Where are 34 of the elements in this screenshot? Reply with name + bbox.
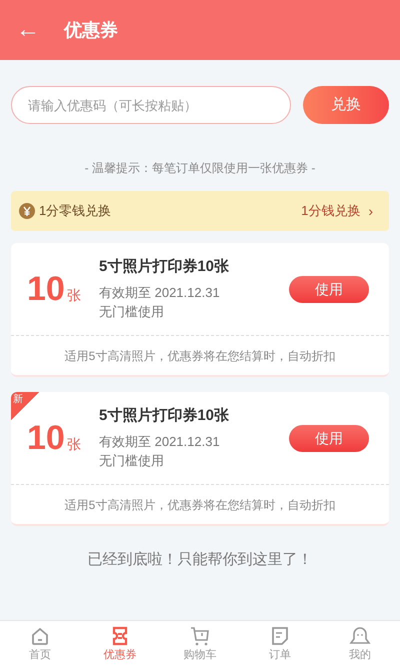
validity-text: 有效期至 2021.12.31 [99, 432, 221, 451]
exchange-bar[interactable]: 1分零钱兑换 1分钱兑换 › [11, 191, 389, 231]
coupon-amount: 10 [27, 421, 65, 455]
redeem-button[interactable]: 兑换 [303, 86, 389, 124]
coupon-title: 5寸照片打印券10张 [99, 257, 230, 278]
coupon-amount: 10 [27, 272, 65, 306]
exchange-label: 1分零钱兑换 [39, 202, 112, 220]
tab-label[interactable]: 首页 [29, 649, 51, 663]
tab-label[interactable]: 我的 [349, 649, 371, 663]
back-icon[interactable]: ← [16, 18, 40, 42]
use-button[interactable]: 使用 [289, 276, 369, 302]
coupon-title: 5寸照片打印券10张 [99, 406, 230, 426]
page-title: 优惠券 [64, 19, 118, 42]
coupon-unit: 张 [66, 286, 81, 305]
chevron-icon: › [368, 200, 373, 222]
tab-label[interactable]: 购物车 [184, 649, 216, 663]
house-icon[interactable] [29, 625, 51, 648]
condition-text: 无门槛使用 [99, 303, 165, 322]
coupon-code-field[interactable]: 请输入优惠码（可长按粘贴） [11, 86, 291, 124]
coupon-note: 适用5寸高清照片，优惠券将在您结算时，自动折扣 [64, 496, 336, 514]
tip-text: - 温馨提示：每笔订单仅限使用一张优惠券 - [84, 160, 316, 177]
tab-label[interactable]: 优惠券 [104, 649, 136, 663]
tab-label[interactable]: 订单 [269, 649, 291, 663]
condition-text: 无门槛使用 [99, 452, 165, 470]
note-icon[interactable] [269, 625, 291, 648]
exchange-link[interactable]: 1分钱兑换 [301, 201, 360, 221]
coupon-note: 适用5寸高清照片，优惠券将在您结算时，自动折扣 [64, 348, 336, 364]
cart-icon[interactable] [189, 625, 211, 648]
use-button[interactable]: 使用 [289, 424, 369, 452]
new-label: 新 [13, 392, 23, 407]
end-of-list-text: 已经到底啦！只能帮你到这里了！ [86, 550, 314, 570]
validity-text: 有效期至 2021.12.31 [99, 284, 221, 302]
coupon-unit: 张 [66, 435, 81, 454]
coin-icon [19, 203, 35, 219]
